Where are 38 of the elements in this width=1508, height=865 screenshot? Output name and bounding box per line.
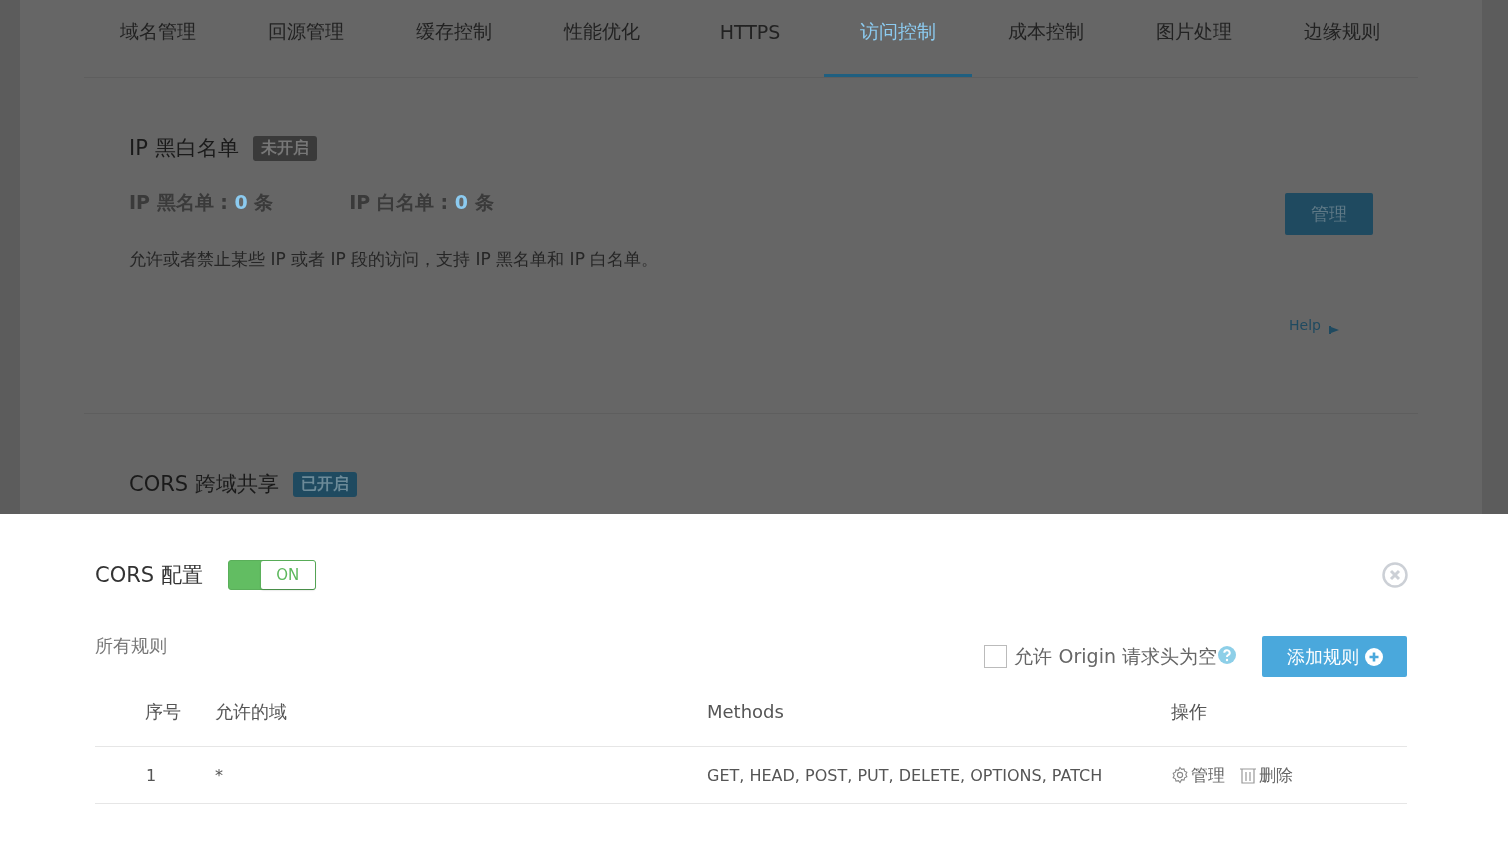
drawer-title: CORS 配置 <box>95 562 203 589</box>
toggle-knob: ON <box>260 561 315 589</box>
tab[interactable]: 性能优化 <box>528 0 676 77</box>
rules-label: 所有规则 <box>95 634 167 658</box>
section-title: IP 黑白名单 <box>129 135 239 162</box>
add-rule-button[interactable]: 添加规则 <box>1262 636 1407 677</box>
gear-icon <box>1171 766 1189 784</box>
column-header: Methods <box>707 701 785 722</box>
help-link[interactable]: Help <box>1289 317 1321 333</box>
tab[interactable]: 回源管理 <box>232 0 380 77</box>
checkbox-label: 允许 Origin 请求头为空 <box>1014 643 1217 669</box>
table-cell-text: * <box>215 765 224 785</box>
triangle-right-icon <box>1329 326 1339 334</box>
tab[interactable]: 域名管理 <box>84 0 232 77</box>
tab[interactable]: 缓存控制 <box>380 0 528 77</box>
column-header: 允许的域 <box>215 699 288 724</box>
column-header: 序号 <box>144 699 182 724</box>
status-badge: 未开启 <box>252 135 317 161</box>
status-badge: 已开启 <box>292 471 357 497</box>
delete-link[interactable]: 删除 <box>1239 763 1293 787</box>
tab[interactable]: 访问控制 <box>824 0 972 77</box>
trash-icon <box>1239 766 1257 784</box>
description-text: 允许或者禁止某些 IP 或者 IP 段的访问，支持 IP 黑名单和 IP 白名单。 <box>129 248 659 271</box>
tab[interactable]: HTTPS <box>676 0 824 77</box>
tab[interactable]: 图片处理 <box>1120 0 1268 77</box>
checkbox[interactable] <box>984 645 1008 668</box>
table-cell-text: 1 <box>145 765 158 785</box>
manage-button[interactable]: 管理 <box>1285 193 1373 235</box>
table-cell-text: GET, HEAD, POST, PUT, DELETE, OPTIONS, PATCH <box>707 765 1104 785</box>
plus-icon <box>1364 647 1383 666</box>
close-icon[interactable] <box>1382 562 1408 588</box>
section-title: CORS 跨域共享 <box>129 471 279 498</box>
tab[interactable]: 边缘规则 <box>1268 0 1416 77</box>
toggle-switch[interactable]: ON <box>227 560 316 590</box>
tab[interactable]: 成本控制 <box>972 0 1120 77</box>
column-header: 操作 <box>1171 699 1207 724</box>
help-icon[interactable] <box>1218 645 1236 664</box>
manage-link[interactable]: 管理 <box>1171 763 1225 787</box>
